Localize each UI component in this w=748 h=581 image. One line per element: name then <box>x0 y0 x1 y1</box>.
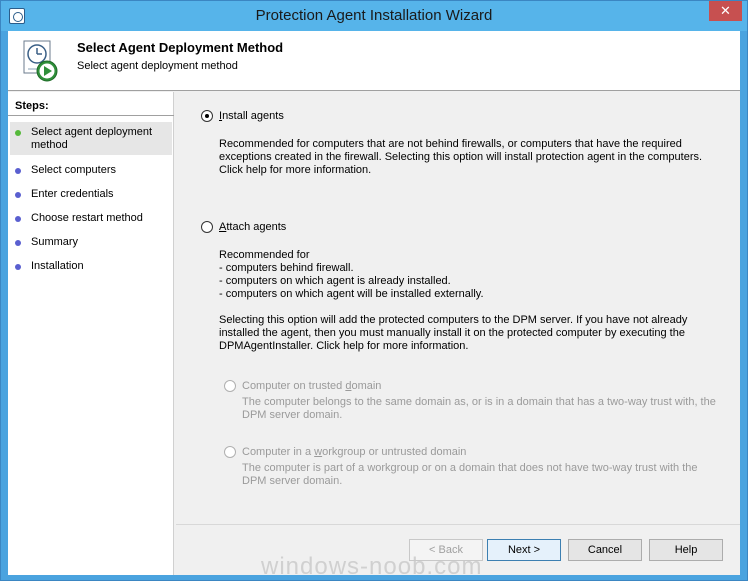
footer-divider <box>176 524 740 525</box>
attach-agents-option[interactable]: Attach agents <box>201 221 286 233</box>
attach-agents-recommended: Recommended for - computers behind firew… <box>219 249 724 301</box>
help-button[interactable]: Help <box>649 539 723 561</box>
trusted-domain-label[interactable]: Computer on trusted domain <box>242 380 381 392</box>
step-label: Installation <box>31 260 84 272</box>
step-installation[interactable]: Installation <box>10 256 172 276</box>
trusted-domain-description: The computer belongs to the same domain … <box>242 396 716 421</box>
step-active-dot-icon <box>15 130 21 136</box>
trusted-domain-radio[interactable] <box>224 380 236 392</box>
step-summary[interactable]: Summary <box>10 232 172 252</box>
step-dot-icon <box>15 264 21 270</box>
wizard-header: Select Agent Deployment Method Select ag… <box>8 31 740 91</box>
trusted-domain-option[interactable]: Computer on trusted domain <box>224 380 381 392</box>
step-select-agent-deployment-method[interactable]: Select agent deployment method <box>10 122 172 155</box>
steps-heading: Steps: <box>15 100 49 112</box>
recommended-intro: Recommended for <box>219 249 310 261</box>
step-enter-credentials[interactable]: Enter credentials <box>10 184 172 204</box>
attach-agents-radio[interactable] <box>201 221 213 233</box>
step-label: Enter credentials <box>31 188 114 200</box>
wizard-window: Protection Agent Installation Wizard ✕ S… <box>0 0 748 581</box>
wizard-client-area: Select Agent Deployment Method Select ag… <box>8 31 740 575</box>
window-title: Protection Agent Installation Wizard <box>255 7 493 24</box>
step-dot-icon <box>15 216 21 222</box>
cancel-button[interactable]: Cancel <box>568 539 642 561</box>
steps-divider <box>8 115 174 116</box>
step-select-computers[interactable]: Select computers <box>10 160 172 180</box>
agent-deployment-icon <box>23 40 58 82</box>
page-title: Select Agent Deployment Method <box>77 40 284 55</box>
step-choose-restart-method[interactable]: Choose restart method <box>10 208 172 228</box>
wizard-content: Install agents Recommended for computers… <box>176 92 740 524</box>
recommended-bullet: - computers behind firewall. <box>219 262 354 274</box>
workgroup-radio[interactable] <box>224 446 236 458</box>
page-subtitle: Select agent deployment method <box>77 60 238 72</box>
step-dot-icon <box>15 192 21 198</box>
step-label: Select agent deployment method <box>31 126 153 151</box>
workgroup-label[interactable]: Computer in a workgroup or untrusted dom… <box>242 446 466 458</box>
title-bar[interactable]: Protection Agent Installation Wizard ✕ <box>1 1 747 31</box>
install-agents-option[interactable]: Install agents <box>201 110 284 122</box>
steps-sidebar: Steps: Select agent deployment method Se… <box>8 92 174 575</box>
attach-agents-label[interactable]: Attach agents <box>219 221 286 233</box>
step-label: Select computers <box>31 164 116 176</box>
recommended-bullet: - computers on which agent is already in… <box>219 275 451 287</box>
recommended-bullet: - computers on which agent will be insta… <box>219 288 484 300</box>
workgroup-description: The computer is part of a workgroup or o… <box>242 462 698 487</box>
watermark: windows-noob.com <box>261 553 483 580</box>
attach-agents-description: Selecting this option will add the prote… <box>219 314 688 352</box>
step-label: Choose restart method <box>31 212 143 224</box>
step-dot-icon <box>15 240 21 246</box>
install-agents-radio[interactable] <box>201 110 213 122</box>
workgroup-option[interactable]: Computer in a workgroup or untrusted dom… <box>224 446 466 458</box>
next-button[interactable]: Next > <box>487 539 561 561</box>
step-dot-icon <box>15 168 21 174</box>
install-agents-description: Recommended for computers that are not b… <box>219 138 703 176</box>
close-button[interactable]: ✕ <box>709 1 742 21</box>
step-label: Summary <box>31 236 79 248</box>
install-agents-label[interactable]: Install agents <box>219 110 284 122</box>
